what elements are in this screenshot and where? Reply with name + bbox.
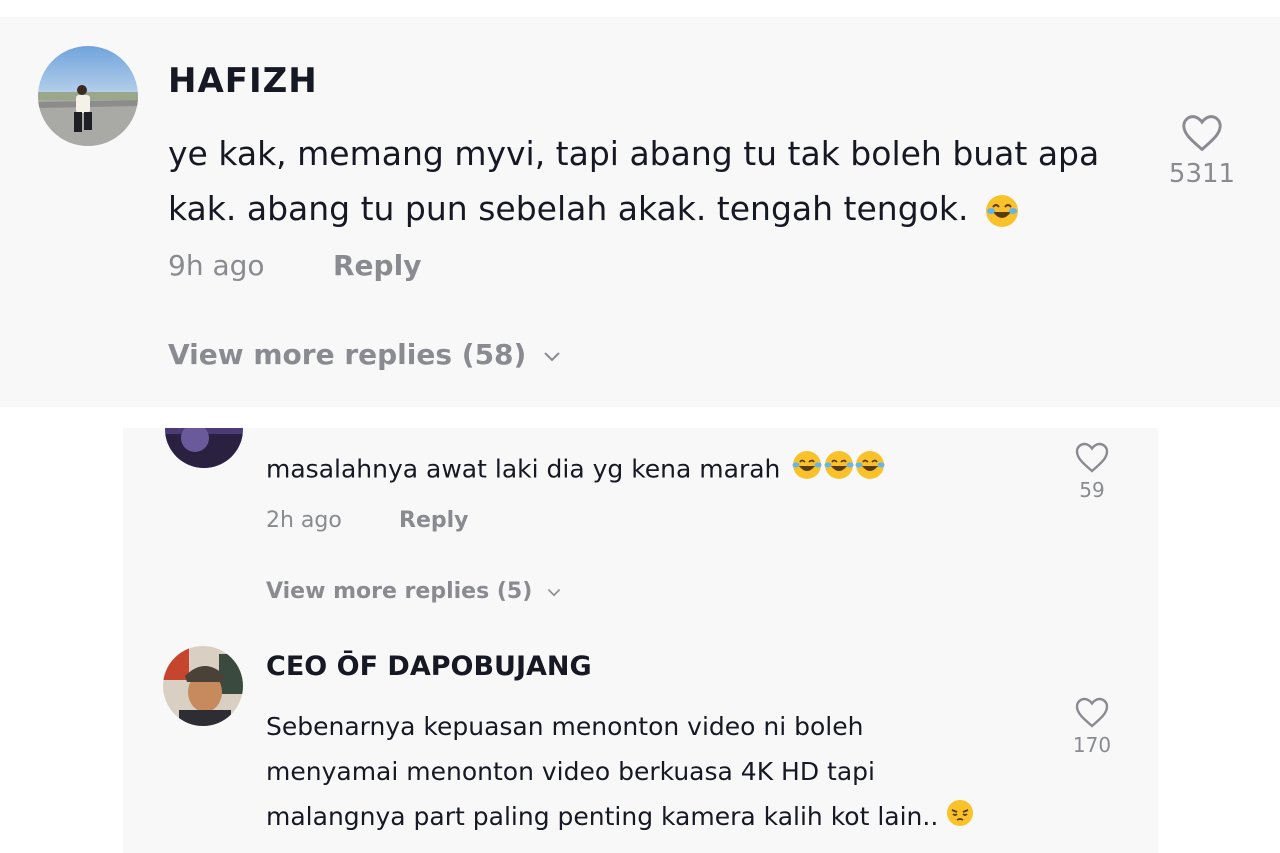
comment-text: ye kak, memang myvi, tapi abang tu tak b… (168, 126, 1158, 236)
comment-text-body: ye kak, memang myvi, tapi abang tu tak b… (168, 134, 1100, 228)
like-count: 5311 (1168, 159, 1236, 189)
comment-text-body: masalahnya awat laki dia yg kena marah (266, 454, 781, 484)
comment-panel-top: HAFIZH ye kak, memang myvi, tapi abang t… (0, 17, 1280, 407)
like-button[interactable]: 5311 (1166, 113, 1238, 189)
reply-button[interactable]: Reply (333, 249, 421, 282)
view-more-replies[interactable]: View more replies (58) (168, 338, 562, 371)
like-count: 59 (1079, 478, 1105, 502)
avatar[interactable] (163, 646, 243, 726)
username[interactable]: CEO ŌF DAPOBUJANG (266, 651, 592, 682)
face-with-tears-of-joy-icon (985, 194, 1019, 228)
like-count: 170 (1072, 733, 1112, 757)
view-more-replies-label: View more replies (58) (168, 338, 527, 371)
chevron-down-icon (544, 352, 560, 362)
like-button[interactable]: 59 (1063, 441, 1121, 502)
pensive-face-icon (946, 796, 974, 841)
face-with-tears-of-joy-icon (792, 450, 886, 491)
heart-icon (1182, 115, 1222, 152)
avatar-photo-icon (38, 46, 138, 146)
avatar[interactable] (165, 428, 243, 468)
view-more-replies-label: View more replies (5) (266, 579, 533, 604)
comment-panel-bottom: masalahnya awat laki dia yg kena marah 2… (123, 428, 1158, 853)
username[interactable]: HAFIZH (168, 61, 318, 101)
comment-text-line: malangnya part paling penting kamera kal… (266, 802, 939, 831)
comment-text-line-with-emoji: malangnya part paling penting kamera kal… (266, 794, 974, 841)
like-button[interactable]: 170 (1063, 696, 1121, 757)
comment-text: Sebenarnya kepuasan menonton video ni bo… (266, 704, 974, 841)
timestamp: 9h ago (168, 249, 265, 282)
heart-icon (1075, 442, 1109, 473)
heart-icon (1075, 697, 1109, 728)
chevron-down-icon (547, 589, 561, 597)
comment-text: masalahnya awat laki dia yg kena marah (266, 450, 886, 491)
avatar-photo-icon (163, 646, 243, 726)
comment-text-line: Sebenarnya kepuasan menonton video ni bo… (266, 712, 864, 741)
reply-button[interactable]: Reply (399, 508, 469, 533)
avatar-photo-icon (165, 428, 243, 468)
comment-text-line: menyamai menonton video berkuasa 4K HD t… (266, 757, 875, 786)
view-more-replies[interactable]: View more replies (5) (266, 579, 562, 604)
avatar[interactable] (38, 46, 138, 146)
timestamp: 2h ago (266, 508, 342, 533)
